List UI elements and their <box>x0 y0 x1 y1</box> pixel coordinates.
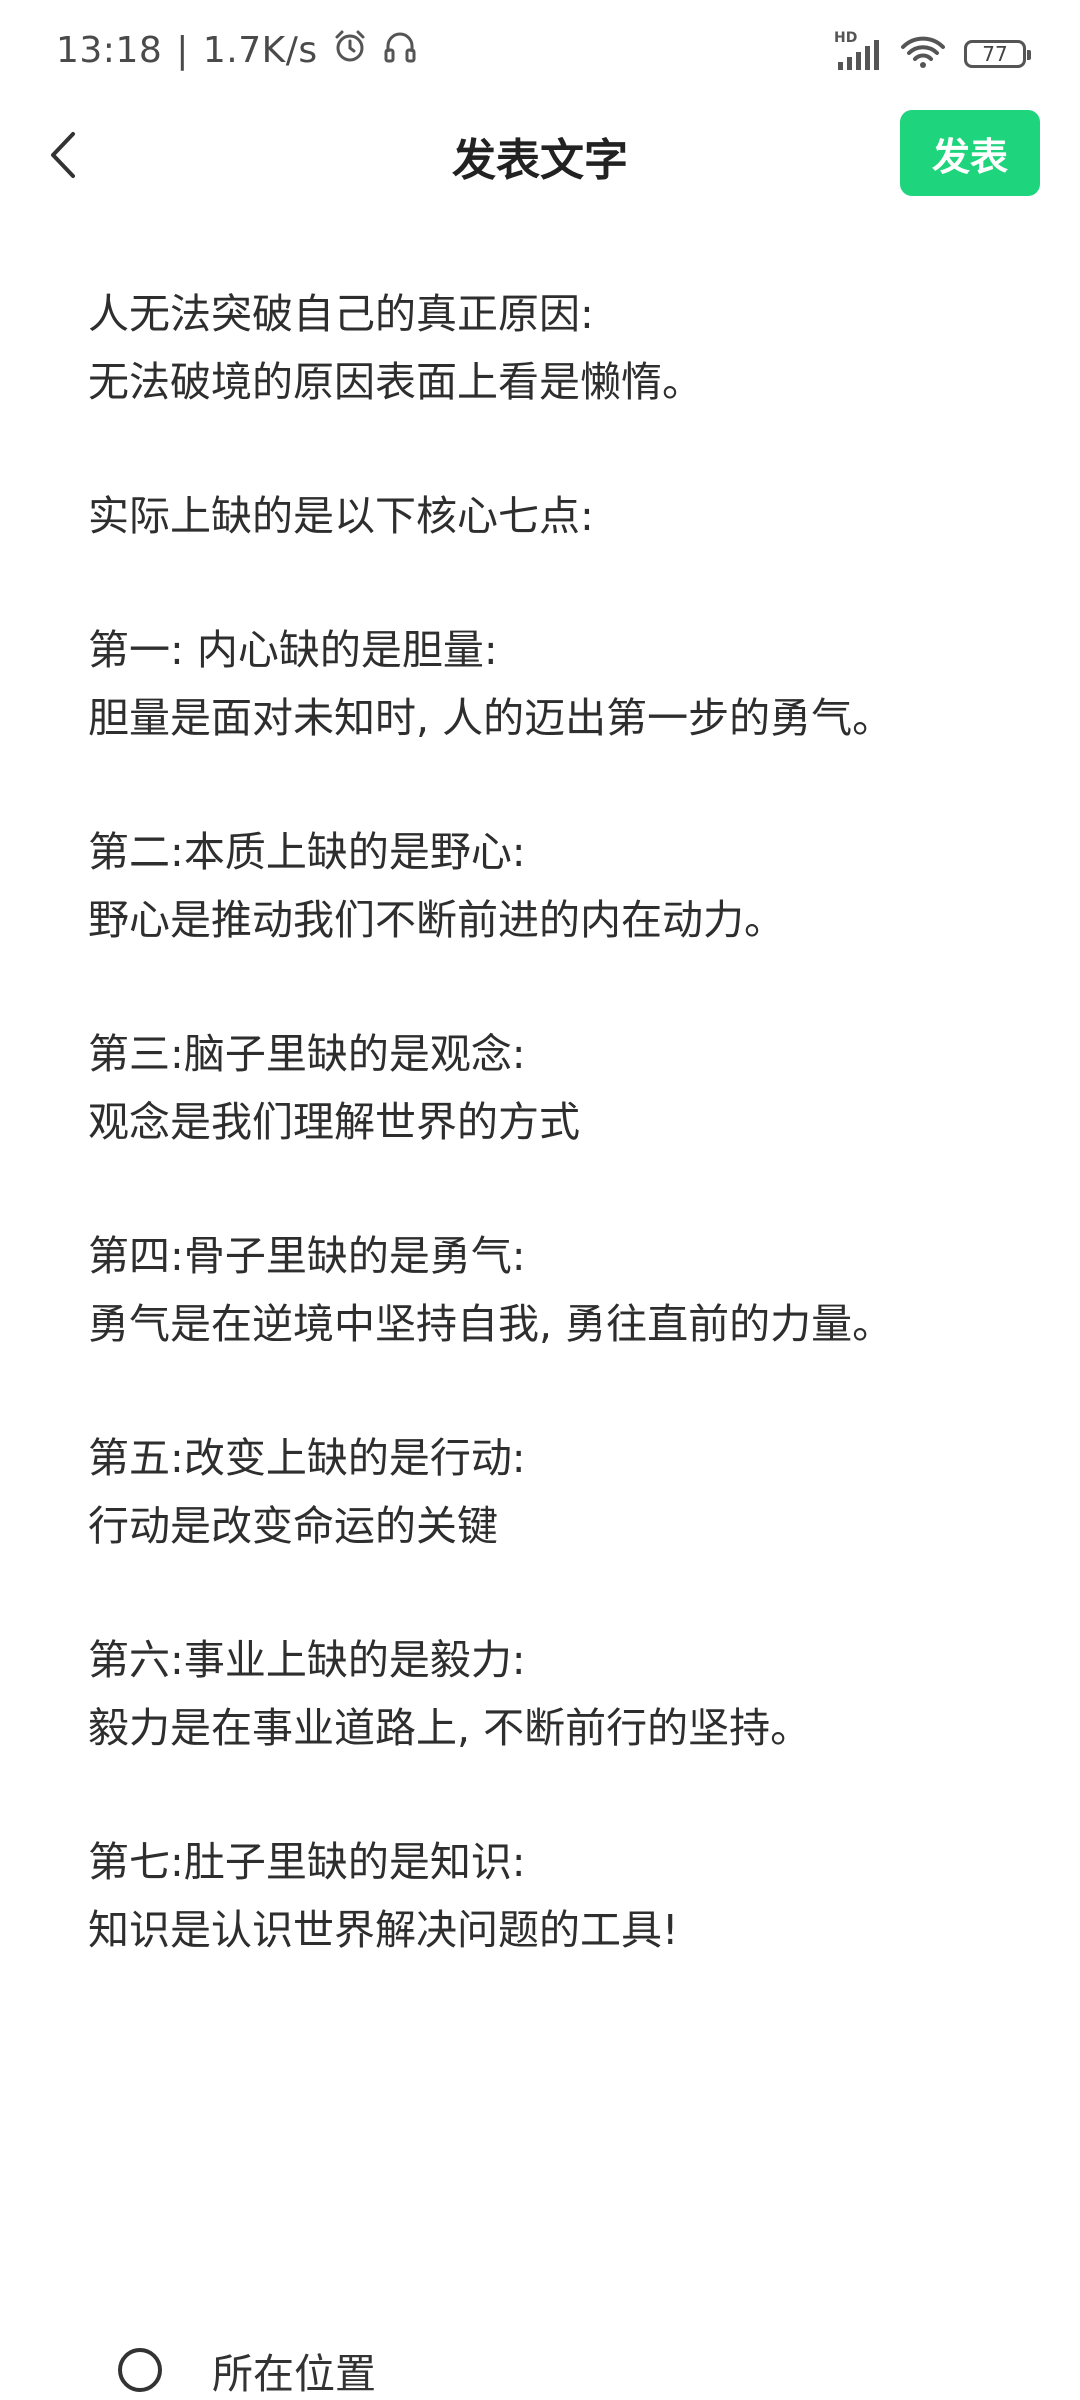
headset-icon <box>382 28 418 73</box>
text-line: 观念是我们理解世界的方式 <box>88 1098 580 1146</box>
text-line: 第三:脑子里缺的是观念: <box>88 1030 526 1078</box>
location-icon <box>118 2348 162 2392</box>
nav-bar: 发表文字 发表 <box>0 100 1080 210</box>
text-line: 无法破境的原因表面上看是懒惰。 <box>88 358 703 406</box>
text-line: 第一: 内心缺的是胆量: <box>88 626 498 674</box>
text-line: 第五:改变上缺的是行动: <box>88 1434 526 1482</box>
text-paragraph: 第五:改变上缺的是行动: 行动是改变命运的关键 <box>88 1424 1028 1560</box>
battery-level: 77 <box>982 42 1008 66</box>
text-line: 第二:本质上缺的是野心: <box>88 828 526 876</box>
text-paragraph: 第四:骨子里缺的是勇气: 勇气是在逆境中坚持自我, 勇往直前的力量。 <box>88 1222 1028 1358</box>
location-label: 所在位置 <box>212 2350 376 2398</box>
status-left: 13:18 | 1.7K/s <box>56 28 418 73</box>
text-paragraph: 人无法突破自己的真正原因: 无法破境的原因表面上看是懒惰。 <box>88 280 1028 416</box>
text-line: 野心是推动我们不断前进的内在动力。 <box>88 896 785 944</box>
text-paragraph: 实际上缺的是以下核心七点: <box>88 482 1028 550</box>
text-paragraph: 第六:事业上缺的是毅力: 毅力是在事业道路上, 不断前行的坚持。 <box>88 1626 1028 1762</box>
location-selector[interactable]: 所在位置 <box>118 2340 376 2400</box>
post-text-editor[interactable]: 人无法突破自己的真正原因: 无法破境的原因表面上看是懒惰。 实际上缺的是以下核心… <box>88 280 1028 2030</box>
status-right: HD 77 <box>834 30 1031 74</box>
status-separator: | <box>176 30 189 71</box>
text-line: 第六:事业上缺的是毅力: <box>88 1636 526 1684</box>
text-line: 知识是认识世界解决问题的工具! <box>88 1906 679 1954</box>
text-line: 胆量是面对未知时, 人的迈出第一步的勇气。 <box>88 694 894 742</box>
text-line: 毅力是在事业道路上, 不断前行的坚持。 <box>88 1704 812 1752</box>
text-line: 行动是改变命运的关键 <box>88 1502 498 1550</box>
text-line: 实际上缺的是以下核心七点: <box>88 492 594 540</box>
text-line: 第七:肚子里缺的是知识: <box>88 1838 526 1886</box>
text-paragraph: 第二:本质上缺的是野心: 野心是推动我们不断前进的内在动力。 <box>88 818 1028 954</box>
text-paragraph: 第七:肚子里缺的是知识: 知识是认识世界解决问题的工具! <box>88 1828 1028 1964</box>
battery-icon: 77 <box>964 40 1031 68</box>
text-line: 第四:骨子里缺的是勇气: <box>88 1232 526 1280</box>
status-time: 13:18 <box>56 30 163 71</box>
publish-button[interactable]: 发表 <box>900 110 1040 196</box>
status-bar: 13:18 | 1.7K/s HD 77 <box>0 0 1080 100</box>
text-line: 勇气是在逆境中坚持自我, 勇往直前的力量。 <box>88 1300 894 1348</box>
text-line: 人无法突破自己的真正原因: <box>88 290 594 338</box>
status-net-speed: 1.7K/s <box>202 30 318 71</box>
wifi-icon <box>900 34 946 74</box>
text-paragraph: 第三:脑子里缺的是观念: 观念是我们理解世界的方式 <box>88 1020 1028 1156</box>
signal-icon: HD <box>834 30 882 72</box>
alarm-icon <box>332 28 368 73</box>
text-paragraph: 第一: 内心缺的是胆量: 胆量是面对未知时, 人的迈出第一步的勇气。 <box>88 616 1028 752</box>
